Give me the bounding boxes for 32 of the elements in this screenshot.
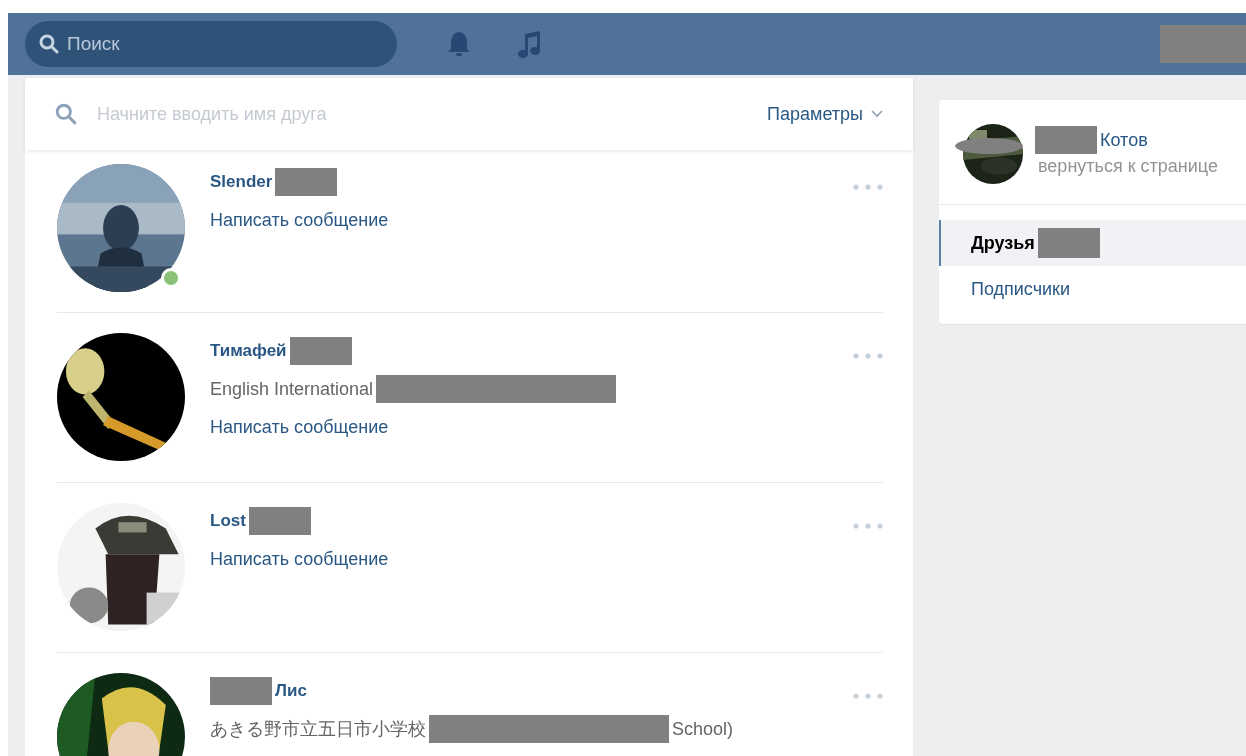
menu-label: Подписчики: [971, 278, 1071, 300]
redaction-block: [1037, 228, 1100, 258]
write-message-link[interactable]: Написать сообщение: [210, 548, 389, 570]
redaction-block: [1035, 126, 1097, 154]
more-options-icon[interactable]: [853, 184, 883, 190]
write-message-link[interactable]: Написать сообщение: [210, 416, 389, 438]
friend-name-link[interactable]: Тимафей: [210, 341, 287, 361]
friend-school: あきる野市立五日市小学校: [210, 718, 426, 741]
menu-item[interactable]: Подписчики: [939, 266, 1246, 312]
search-icon: [55, 103, 77, 125]
bell-icon[interactable]: [447, 30, 471, 58]
redaction-block: [210, 677, 272, 705]
music-note-icon[interactable]: [518, 29, 542, 59]
menu-label: Друзья: [971, 232, 1035, 254]
chevron-down-icon: [871, 110, 883, 118]
more-options-icon[interactable]: [853, 523, 883, 529]
more-options-icon[interactable]: [853, 353, 883, 359]
more-options-icon[interactable]: [853, 693, 883, 699]
search-field[interactable]: Поиск: [25, 21, 397, 67]
profile-name-link[interactable]: Котов: [1100, 129, 1148, 151]
search-icon: [39, 34, 59, 54]
redaction-block: [275, 168, 338, 196]
friend-name-link[interactable]: Lost: [210, 511, 246, 531]
write-message-link[interactable]: Написать сообщение: [210, 209, 389, 231]
redaction-block: [248, 507, 311, 535]
menu-item[interactable]: Друзья: [939, 220, 1246, 266]
friend-school: School): [672, 718, 734, 740]
redaction-block: [289, 337, 352, 365]
friend-school: English International: [210, 378, 374, 400]
parameters-button[interactable]: Параметры: [767, 103, 883, 125]
friend-name-link[interactable]: Slender: [210, 172, 273, 192]
friend-name-link[interactable]: Лис: [275, 681, 307, 701]
